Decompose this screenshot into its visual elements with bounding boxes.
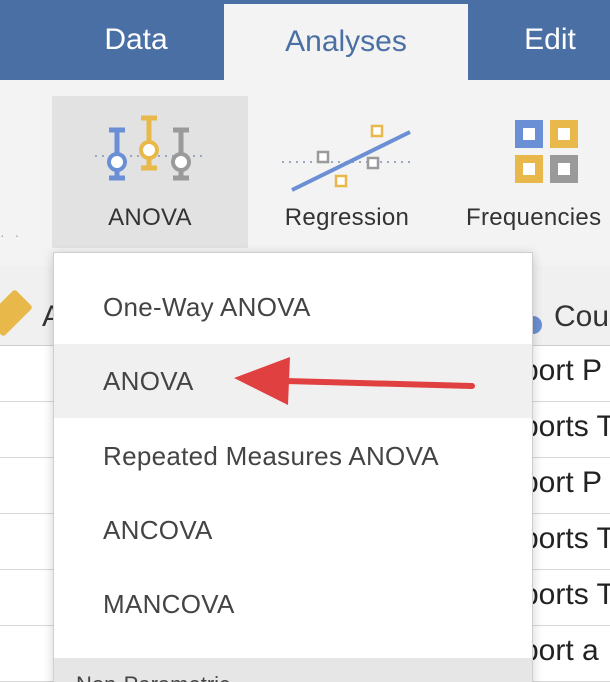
regression-icon <box>282 110 412 194</box>
anova-button[interactable]: ANOVA <box>52 96 248 248</box>
table-cell[interactable]: ports T <box>522 522 610 556</box>
frequencies-button[interactable]: Frequencies <box>466 96 610 248</box>
table-cell[interactable]: port P <box>522 466 602 500</box>
tab-edit[interactable]: Edit <box>480 0 610 80</box>
frequencies-label: Frequencies <box>466 204 602 231</box>
tab-data[interactable]: Data <box>60 0 212 80</box>
column-header-b[interactable]: Cou <box>554 300 609 334</box>
anova-dropdown-menu: One-Way ANOVA ANOVA Repeated Measures AN… <box>53 252 533 682</box>
ribbon-toolbar: · · ANOVA Regression Frequencies <box>0 80 610 266</box>
regression-label: Regression <box>284 204 410 231</box>
table-cell[interactable]: port a <box>522 634 599 668</box>
menu-item-ancova[interactable]: ANCOVA <box>54 493 532 567</box>
ruler-icon <box>0 288 34 338</box>
anova-label: ANOVA <box>108 204 192 231</box>
regression-button[interactable]: Regression <box>262 96 432 248</box>
menu-item-one-way-anova[interactable]: One-Way ANOVA <box>54 270 532 344</box>
menu-section-non-parametric: Non-Parametric <box>54 658 532 682</box>
frequencies-icon <box>466 110 582 194</box>
tab-bar: Data Analyses Edit <box>0 0 610 80</box>
red-arrow-icon <box>230 355 480 420</box>
menu-item-repeated-measures-anova[interactable]: Repeated Measures ANOVA <box>54 419 532 493</box>
tab-analyses[interactable]: Analyses <box>224 4 468 80</box>
table-cell[interactable]: ports T <box>522 578 610 612</box>
menu-item-mancova[interactable]: MANCOVA <box>54 567 532 641</box>
table-cell[interactable]: port P <box>522 354 602 388</box>
separator-dots: · · <box>0 227 23 243</box>
anova-icon <box>95 110 205 194</box>
table-cell[interactable]: ports T <box>522 410 610 444</box>
